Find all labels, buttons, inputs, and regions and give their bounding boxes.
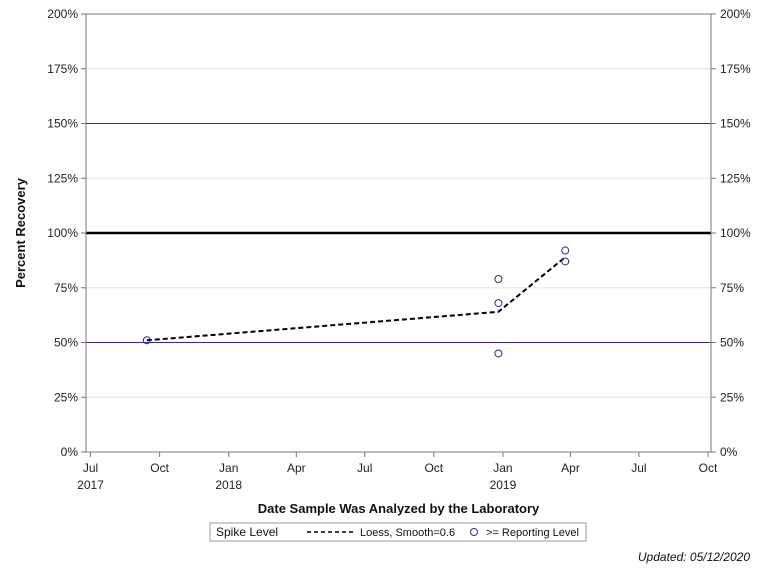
- x-axis: Jul 2017 Oct Jan 2018 Apr Jul Oct Jan 2019 Apr Jul O…: [77, 452, 718, 492]
- x-tick-year-label: 2017: [77, 478, 104, 492]
- loess-line: [146, 256, 566, 342]
- y-tick-label-right: 150%: [720, 117, 751, 131]
- data-point: [561, 257, 570, 266]
- x-tick-label: Jul: [357, 461, 372, 475]
- y-tick-label-left: 125%: [47, 171, 78, 185]
- x-tick-year-label: 2019: [490, 478, 517, 492]
- x-tick-label: Apr: [561, 461, 580, 475]
- x-tick-label: Oct: [150, 461, 169, 475]
- y-tick-label-right: 125%: [720, 171, 751, 185]
- legend: Spike Level Loess, Smooth=0.6 >= Reporti…: [209, 522, 587, 542]
- x-tick-label: Jan: [219, 461, 238, 475]
- x-tick-label: Oct: [699, 461, 718, 475]
- data-point: [494, 349, 503, 358]
- data-point: [494, 299, 503, 308]
- y-tick-label-left: 200%: [47, 7, 78, 21]
- legend-entry-loess: Loess, Smooth=0.6: [360, 527, 455, 539]
- y-tick-label-left: 0%: [61, 445, 79, 459]
- y-axis-left: 0% 25% 50% 75% 100% 125% 150% 175% 200%: [47, 7, 86, 459]
- y-tick-label-right: 75%: [720, 281, 744, 295]
- legend-entry-reporting-level: >= Reporting Level: [486, 527, 579, 539]
- updated-date: Updated: 05/12/2020: [638, 550, 750, 564]
- x-tick-label: Jul: [631, 461, 646, 475]
- y-axis-title: Percent Recovery: [13, 177, 28, 288]
- x-tick-label: Oct: [424, 461, 443, 475]
- y-tick-label-right: 50%: [720, 336, 744, 350]
- y-tick-label-left: 100%: [47, 226, 78, 240]
- y-tick-label-right: 0%: [720, 445, 738, 459]
- y-tick-label-left: 25%: [54, 390, 78, 404]
- x-axis-title: Date Sample Was Analyzed by the Laborato…: [258, 501, 540, 516]
- legend-title: Spike Level: [216, 525, 278, 539]
- data-point: [561, 246, 570, 255]
- y-tick-label-left: 150%: [47, 117, 78, 131]
- y-axis-right: 0% 25% 50% 75% 100% 125% 150% 175% 200%: [711, 7, 751, 459]
- y-tick-label-right: 25%: [720, 390, 744, 404]
- data-point: [494, 274, 503, 283]
- y-tick-label-right: 175%: [720, 62, 751, 76]
- x-tick-label: Apr: [287, 461, 306, 475]
- y-tick-label-right: 200%: [720, 7, 751, 21]
- reference-lines: [86, 123, 711, 343]
- y-tick-label-left: 50%: [54, 336, 78, 350]
- series-layer: [142, 246, 570, 358]
- x-tick-year-label: 2018: [215, 478, 242, 492]
- y-tick-label-right: 100%: [720, 226, 751, 240]
- y-tick-label-left: 175%: [47, 62, 78, 76]
- y-tick-label-left: 75%: [54, 281, 78, 295]
- percent-recovery-chart: 0% 25% 50% 75% 100% 125% 150% 175% 200% 0% 25% 50%…: [13, 7, 751, 564]
- x-tick-label: Jul: [83, 461, 98, 475]
- x-tick-label: Jan: [493, 461, 512, 475]
